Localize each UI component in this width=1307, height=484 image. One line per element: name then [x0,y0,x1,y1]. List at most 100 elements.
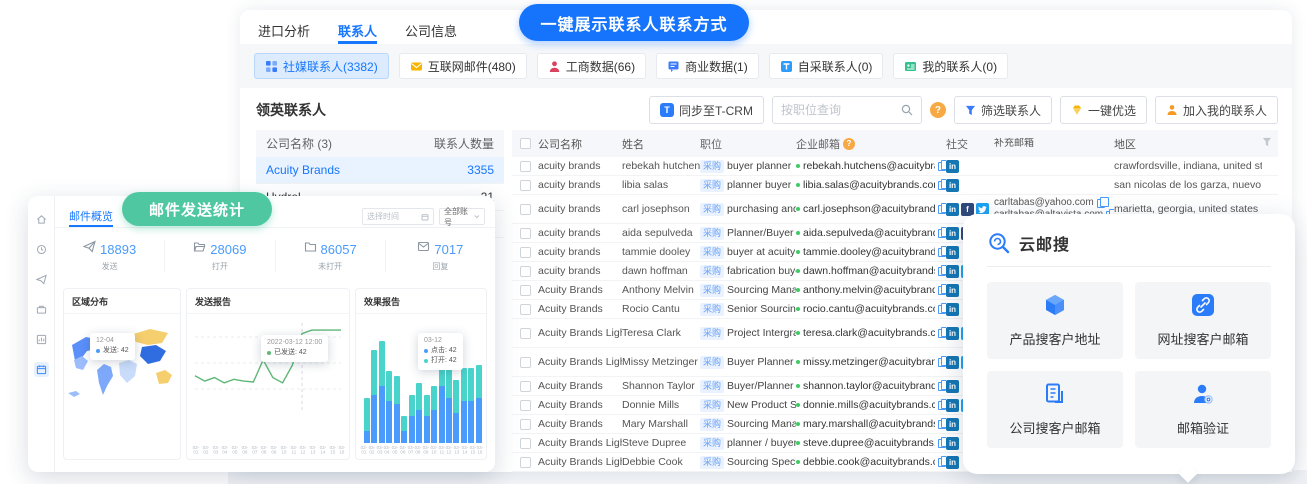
row-checkbox[interactable] [520,381,531,392]
row-checkbox[interactable] [520,204,531,215]
copy-icon[interactable] [938,205,946,214]
row-checkbox[interactable] [520,438,531,449]
bar [379,341,385,443]
subtab-社媒联系人(3382)[interactable]: 社媒联系人(3382) [254,53,389,79]
linkedin-icon[interactable]: in [946,203,959,216]
linkedin-icon[interactable]: in [946,418,959,431]
position-tag: 采购 [700,179,724,192]
briefcase-icon[interactable] [34,302,49,317]
copy-icon[interactable] [938,401,946,410]
toolbar: T 同步至T-CRM ? 筛选联系人 一键优选 加 [649,96,1278,124]
contact-row[interactable]: acuity brandslibia salas采购planner buyerl… [512,176,1278,195]
linkedin-icon[interactable]: in [946,303,959,316]
copy-icon[interactable] [938,286,946,295]
copy-icon[interactable] [938,248,946,257]
position-tag: 采购 [700,160,724,173]
calendar-icon-active[interactable] [34,362,49,377]
subtab-我的联系人(0)[interactable]: 我的联系人(0) [893,53,1008,79]
tab-公司信息[interactable]: 公司信息 [405,21,457,44]
tile-邮箱验证[interactable]: 邮箱验证 [1135,371,1271,448]
linkedin-icon[interactable]: in [946,327,959,340]
subtab-自采联系人(0)[interactable]: 自采联系人(0) [769,53,884,79]
linkedin-icon[interactable]: in [946,284,959,297]
verified-dot [796,164,800,168]
tile-公司搜客户邮箱[interactable]: 公司搜客户邮箱 [987,371,1123,448]
chart-icon[interactable] [34,332,49,347]
linkedin-icon[interactable]: in [946,456,959,469]
contact-table-header: 公司名称 姓名 职位 企业邮箱 ? 社交 补充邮箱 地区 [512,130,1278,157]
copy-icon[interactable] [938,382,946,391]
clock-icon[interactable] [34,242,49,257]
row-checkbox[interactable] [520,357,531,368]
date-range-picker[interactable]: 选择时间 [362,208,434,225]
row-checkbox[interactable] [520,180,531,191]
contact-source-subtabs: 社媒联系人(3382) 互联网邮件(480) 工商数据(66) 商业数据(1) 自采联系… [240,44,1292,88]
sync-tcrm-button[interactable]: T 同步至T-CRM [649,96,764,124]
cloud-search-tiles: 产品搜客户地址网址搜客户邮箱公司搜客户邮箱邮箱验证 [963,267,1295,463]
one-key-optimize-button[interactable]: 一键优选 [1060,96,1147,124]
copy-icon[interactable] [938,329,946,338]
copy-icon[interactable] [1097,199,1105,208]
person-at-icon [1191,382,1215,411]
tile-网址搜客户邮箱[interactable]: 网址搜客户邮箱 [1135,282,1271,359]
select-all-checkbox[interactable] [520,138,531,149]
email-help-icon[interactable]: ? [843,138,855,150]
position-tag: 采购 [700,418,724,431]
company-row[interactable]: Acuity Brands3355 [256,157,504,184]
add-to-my-contacts-button[interactable]: 加入我的联系人 [1155,96,1278,124]
copy-icon[interactable] [938,420,946,429]
row-checkbox[interactable] [520,457,531,468]
stat-回复: 7017回复 [385,240,495,272]
doc-icon [1043,382,1067,411]
copy-icon[interactable] [938,358,946,367]
row-checkbox[interactable] [520,228,531,239]
copy-icon[interactable] [938,229,946,238]
position-search-input[interactable] [781,103,901,117]
folder-open-icon [193,240,206,258]
row-checkbox[interactable] [520,161,531,172]
copy-icon[interactable] [938,267,946,276]
mail-icon [410,60,423,73]
subtab-互联网邮件(480)[interactable]: 互联网邮件(480) [399,53,527,79]
copy-icon[interactable] [938,162,946,171]
bar [461,368,467,443]
copy-icon[interactable] [938,439,946,448]
linkedin-icon[interactable]: in [946,356,959,369]
row-checkbox[interactable] [520,400,531,411]
search-icon[interactable] [901,104,913,116]
tab-联系人[interactable]: 联系人 [338,21,377,44]
row-checkbox[interactable] [520,328,531,339]
linkedin-icon[interactable]: in [946,437,959,450]
account-select[interactable]: 全部账号 [439,208,485,225]
row-checkbox[interactable] [520,285,531,296]
linkedin-icon[interactable]: in [946,380,959,393]
mail-tab-邮件概览[interactable]: 邮件概览 [69,208,113,227]
home-icon[interactable] [34,212,49,227]
region-distribution-chart: 区域分布 12-04 发送 [63,288,181,460]
tab-进口分析[interactable]: 进口分析 [258,21,310,44]
line-tooltip: 2022-03-12 12:00 已发送: 42 [261,335,328,362]
bar [446,361,452,444]
linkedin-icon[interactable]: in [946,265,959,278]
copy-icon[interactable] [938,181,946,190]
linkedin-icon[interactable]: in [946,227,959,240]
contact-row[interactable]: acuity brandsrebekah hutchens采购buyer pla… [512,157,1278,176]
send-icon[interactable] [34,272,49,287]
tbox-icon [780,60,793,73]
linkedin-icon[interactable]: in [946,179,959,192]
row-checkbox[interactable] [520,266,531,277]
subtab-工商数据(66)[interactable]: 工商数据(66) [537,53,646,79]
row-checkbox[interactable] [520,419,531,430]
linkedin-icon[interactable]: in [946,160,959,173]
row-checkbox[interactable] [520,247,531,258]
tile-产品搜客户地址[interactable]: 产品搜客户地址 [987,282,1123,359]
copy-icon[interactable] [938,458,946,467]
copy-icon[interactable] [938,305,946,314]
row-checkbox[interactable] [520,304,531,315]
linkedin-icon[interactable]: in [946,399,959,412]
help-icon[interactable]: ? [930,102,946,118]
filter-contacts-button[interactable]: 筛选联系人 [954,96,1052,124]
linkedin-icon[interactable]: in [946,246,959,259]
subtab-商业数据(1)[interactable]: 商业数据(1) [656,53,759,79]
region-filter-icon[interactable] [1262,137,1278,150]
